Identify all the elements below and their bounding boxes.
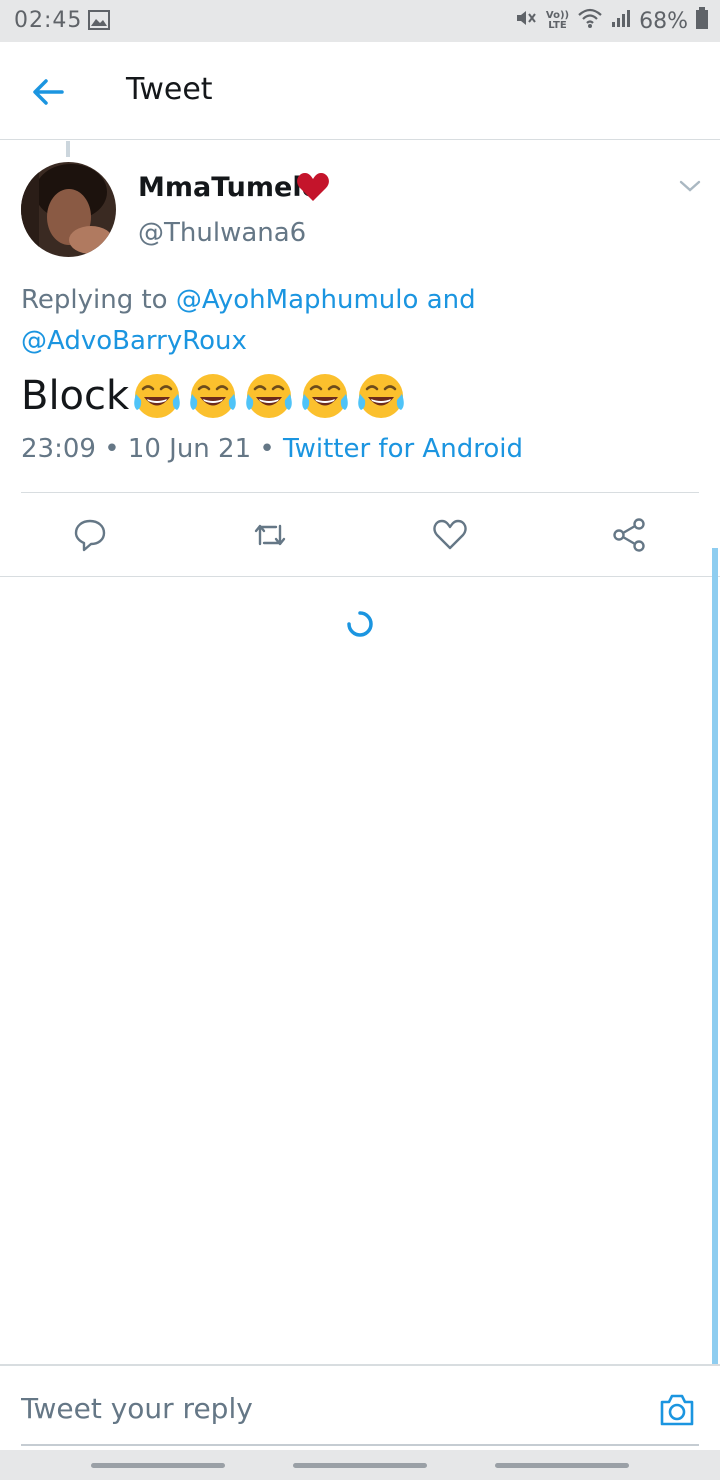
chevron-down-icon[interactable]: [678, 178, 702, 198]
signal-icon: [611, 8, 631, 34]
user-handle[interactable]: @Thulwana6: [138, 218, 306, 248]
status-time: 02:45: [14, 8, 83, 33]
back-button[interactable]: [28, 72, 68, 112]
scrollbar[interactable]: [712, 548, 718, 1364]
tweet-time: 23:09: [21, 434, 96, 464]
gallery-icon: [88, 10, 110, 36]
nav-recents-button[interactable]: [91, 1463, 225, 1468]
meta-separator: •: [259, 434, 275, 464]
avatar[interactable]: [21, 162, 116, 257]
thread-line: [66, 141, 70, 157]
tweet-date: 10 Jun 21: [127, 434, 252, 464]
arrow-left-icon: [33, 79, 64, 105]
share-icon[interactable]: [611, 517, 647, 553]
retweet-icon[interactable]: [252, 517, 288, 553]
tears-of-joy-emoji-icon: [134, 374, 180, 418]
display-name[interactable]: MmaTumelo: [138, 172, 320, 203]
tears-of-joy-emoji-icon: [190, 374, 236, 418]
battery-percent: 68%: [639, 8, 688, 34]
nav-home-button[interactable]: [293, 1463, 427, 1468]
mute-icon: [514, 7, 538, 35]
loading-spinner-icon: [346, 610, 374, 638]
app-bar: Tweet: [0, 42, 720, 140]
tweet-text: Block: [21, 370, 411, 422]
status-icons: Vo)) LTE 68%: [514, 7, 708, 35]
tears-of-joy-emoji-icon: [358, 374, 404, 418]
volte-bottom: LTE: [548, 20, 567, 31]
emoji-row: [131, 370, 411, 422]
tears-of-joy-emoji-icon: [302, 374, 348, 418]
replying-to: Replying to @AyohMaphumulo and @AdvoBarr…: [21, 280, 681, 362]
replying-prefix: Replying to: [21, 285, 168, 315]
reply-underline: [21, 1444, 699, 1446]
page-title: Tweet: [126, 72, 213, 107]
nav-back-button[interactable]: [495, 1463, 629, 1468]
reply-composer: [0, 1364, 720, 1446]
heart-emoji-icon: [296, 171, 330, 207]
tweet-actions: [0, 493, 720, 577]
like-icon[interactable]: [432, 517, 468, 553]
volte-icon: Vo)) LTE: [546, 11, 569, 31]
status-bar: 02:45 Vo)) LTE 68%: [0, 0, 720, 42]
mention-link[interactable]: @AdvoBarryRoux: [21, 326, 247, 356]
tweet-source-link[interactable]: Twitter for Android: [283, 434, 523, 464]
battery-icon: [696, 7, 708, 35]
tears-of-joy-emoji-icon: [246, 374, 292, 418]
replying-joiner: and: [426, 285, 476, 315]
reply-icon[interactable]: [72, 517, 108, 553]
wifi-icon: [577, 7, 603, 35]
meta-separator: •: [104, 434, 120, 464]
reply-input[interactable]: [21, 1392, 581, 1425]
camera-icon[interactable]: [658, 1392, 696, 1430]
mention-link[interactable]: @AyohMaphumulo: [176, 285, 419, 315]
system-nav-bar: [0, 1450, 720, 1480]
tweet-meta: 23:09 • 10 Jun 21 • Twitter for Android: [21, 434, 523, 464]
tweet-text-body: Block: [21, 373, 130, 419]
